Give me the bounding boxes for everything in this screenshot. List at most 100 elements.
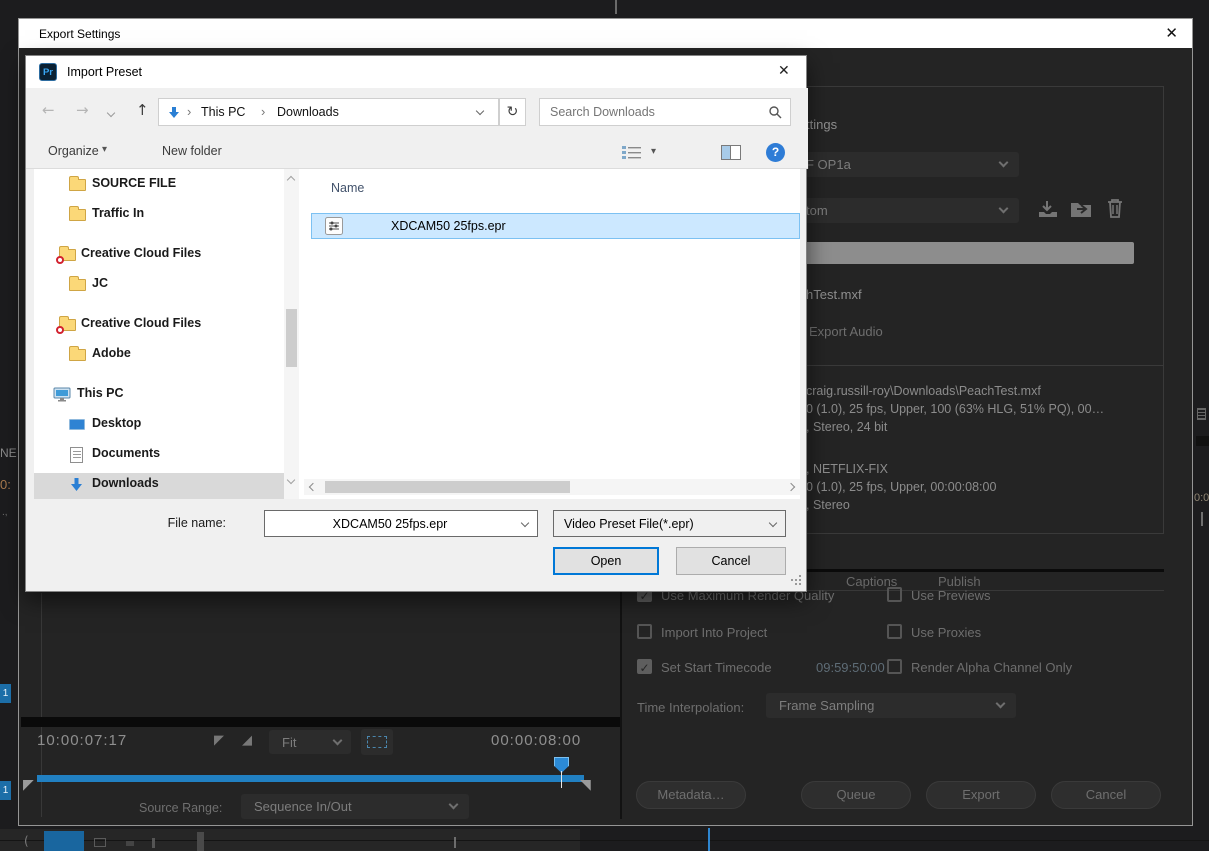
sidebar-item-jc[interactable]: JC <box>34 273 284 297</box>
chevron-down-icon <box>996 699 1006 709</box>
file-row-selected[interactable]: XDCAM50 25fps.epr <box>311 213 800 239</box>
creative-cloud-folder-icon <box>59 319 76 331</box>
background-panel-divider <box>615 0 617 14</box>
address-dropdown-chevron-icon[interactable] <box>476 107 484 115</box>
import-preset-dialog: Pr Import Preset ✕ ← → ↑ › This PC › Dow… <box>25 55 807 592</box>
zoom-level-dropdown[interactable]: Fit <box>269 730 351 754</box>
trim-out-handle[interactable]: ◥ <box>580 777 591 793</box>
cancel-button[interactable]: Cancel <box>676 547 786 575</box>
save-preset-icon[interactable] <box>1036 199 1058 219</box>
chevron-down-icon[interactable] <box>521 519 529 527</box>
start-timecode-value[interactable]: 09:59:50:00 <box>816 660 885 675</box>
export-settings-titlebar[interactable]: Export Settings ✕ <box>19 19 1192 48</box>
render-alpha-label: Render Alpha Channel Only <box>911 660 1072 675</box>
sidebar-scrollbar[interactable] <box>284 169 299 499</box>
playhead-line <box>561 771 562 788</box>
trim-in-handle[interactable]: ◤ <box>23 777 34 793</box>
breadcrumb-downloads[interactable]: Downloads <box>277 105 339 119</box>
sidebar-item-documents[interactable]: Documents <box>34 443 284 467</box>
scroll-up-icon[interactable] <box>287 176 295 184</box>
sequence-icon-fragment <box>1197 408 1206 420</box>
preview-divider-bar <box>21 717 621 727</box>
sidebar-item-label: Documents <box>92 446 160 460</box>
back-button[interactable]: ← <box>42 101 55 119</box>
search-box[interactable]: Search Downloads <box>539 98 791 126</box>
cancel-button[interactable]: Cancel <box>1051 781 1161 809</box>
set-start-timecode-checkbox[interactable] <box>637 659 652 674</box>
sidebar-item-downloads[interactable]: Downloads <box>34 473 284 499</box>
import-preset-icon[interactable] <box>1069 199 1093 219</box>
forward-button[interactable]: → <box>76 101 89 119</box>
tab-publish[interactable]: Publish <box>938 574 981 589</box>
scrollbar-thumb[interactable] <box>286 309 297 367</box>
set-out-icon[interactable]: ◢ <box>242 733 252 748</box>
delete-preset-icon[interactable] <box>1105 197 1125 219</box>
screen: NE 0: ., 1 1 ( 0:0 Export Settings ✕ tti… <box>0 0 1209 851</box>
set-in-icon[interactable]: ◤ <box>214 733 224 748</box>
sidebar-item-label: Creative Cloud Files <box>81 316 201 330</box>
background-timecode-fragment: 0:0 <box>1194 492 1209 504</box>
refresh-button[interactable]: ↻ <box>499 98 526 126</box>
preview-pane-icon[interactable] <box>721 145 741 160</box>
render-alpha-checkbox[interactable] <box>887 659 902 674</box>
scrollbar-thumb[interactable] <box>325 481 570 493</box>
duration-timecode: 00:00:08:00 <box>491 732 581 749</box>
time-interpolation-value: Frame Sampling <box>779 698 874 713</box>
breadcrumb-this-pc[interactable]: This PC <box>201 105 245 119</box>
output-name-fragment[interactable]: hTest.mxf <box>806 287 862 302</box>
new-folder-button[interactable]: New folder <box>162 144 222 158</box>
sidebar-item-this-pc[interactable]: This PC <box>34 383 284 407</box>
scroll-down-icon[interactable] <box>287 476 295 484</box>
import-into-project-checkbox[interactable] <box>637 624 652 639</box>
organize-button[interactable]: Organize <box>48 144 99 158</box>
open-button[interactable]: Open <box>553 547 659 575</box>
scroll-left-icon[interactable] <box>309 483 317 491</box>
scale-to-fit-button[interactable] <box>361 729 393 755</box>
trim-bar[interactable] <box>37 775 584 782</box>
sidebar-item-adobe[interactable]: Adobe <box>34 343 284 367</box>
chevron-down-icon <box>333 736 343 746</box>
window-title: Export Settings <box>39 27 120 41</box>
chevron-down-icon <box>769 519 777 527</box>
downloads-location-icon <box>167 106 181 120</box>
column-header-name[interactable]: Name <box>331 181 364 195</box>
use-previews-checkbox[interactable] <box>887 587 902 602</box>
sidebar-item-traffic-in[interactable]: Traffic In <box>34 203 284 227</box>
close-icon[interactable]: ✕ <box>1165 24 1178 42</box>
source-range-dropdown[interactable]: Sequence In/Out <box>241 794 469 819</box>
view-list-icon[interactable] <box>621 145 643 161</box>
track-badge: 1 <box>0 684 11 703</box>
format-value-fragment: F OP1a <box>806 157 851 172</box>
queue-button[interactable]: Queue <box>801 781 911 809</box>
summary-line: craig.russill-roy\Downloads\PeachTest.mx… <box>806 384 1041 398</box>
dialog-titlebar[interactable]: Pr Import Preset ✕ <box>26 56 806 88</box>
download-icon <box>69 477 84 493</box>
file-name-input-value: XDCAM50 25fps.epr <box>265 517 515 531</box>
up-button[interactable]: ↑ <box>136 101 149 119</box>
use-proxies-checkbox[interactable] <box>887 624 902 639</box>
premiere-app-icon: Pr <box>39 63 57 81</box>
sidebar-item-creative-cloud-files[interactable]: Creative Cloud Files <box>34 243 284 267</box>
summary-line: , NETFLIX-FIX <box>806 462 888 476</box>
resize-grip[interactable] <box>791 579 793 581</box>
panel-icon-fragment <box>454 837 456 848</box>
background-timecode-fragment: 0: <box>0 477 11 492</box>
history-chevron-icon[interactable] <box>107 109 115 117</box>
file-name-input[interactable]: XDCAM50 25fps.epr <box>264 510 538 537</box>
scroll-right-icon[interactable] <box>787 483 795 491</box>
list-horizontal-scrollbar[interactable] <box>304 479 800 495</box>
close-icon[interactable]: ✕ <box>778 63 790 79</box>
use-proxies-label: Use Proxies <box>911 625 981 640</box>
time-interpolation-dropdown[interactable]: Frame Sampling <box>766 693 1016 718</box>
sidebar-item-desktop[interactable]: Desktop <box>34 413 284 437</box>
sidebar-item-label: Traffic In <box>92 206 144 220</box>
address-bar[interactable]: › This PC › Downloads <box>158 98 499 126</box>
timeline-playhead-line <box>708 828 710 851</box>
sidebar-item-source-file[interactable]: SOURCE FILE <box>34 173 284 197</box>
metadata-button[interactable]: Metadata… <box>636 781 746 809</box>
export-button[interactable]: Export <box>926 781 1036 809</box>
sidebar-item-creative-cloud-files-2[interactable]: Creative Cloud Files <box>34 313 284 337</box>
view-caret-icon[interactable]: ▾ <box>651 146 656 157</box>
help-icon[interactable]: ? <box>766 143 785 162</box>
file-type-select[interactable]: Video Preset File(*.epr) <box>553 510 786 537</box>
